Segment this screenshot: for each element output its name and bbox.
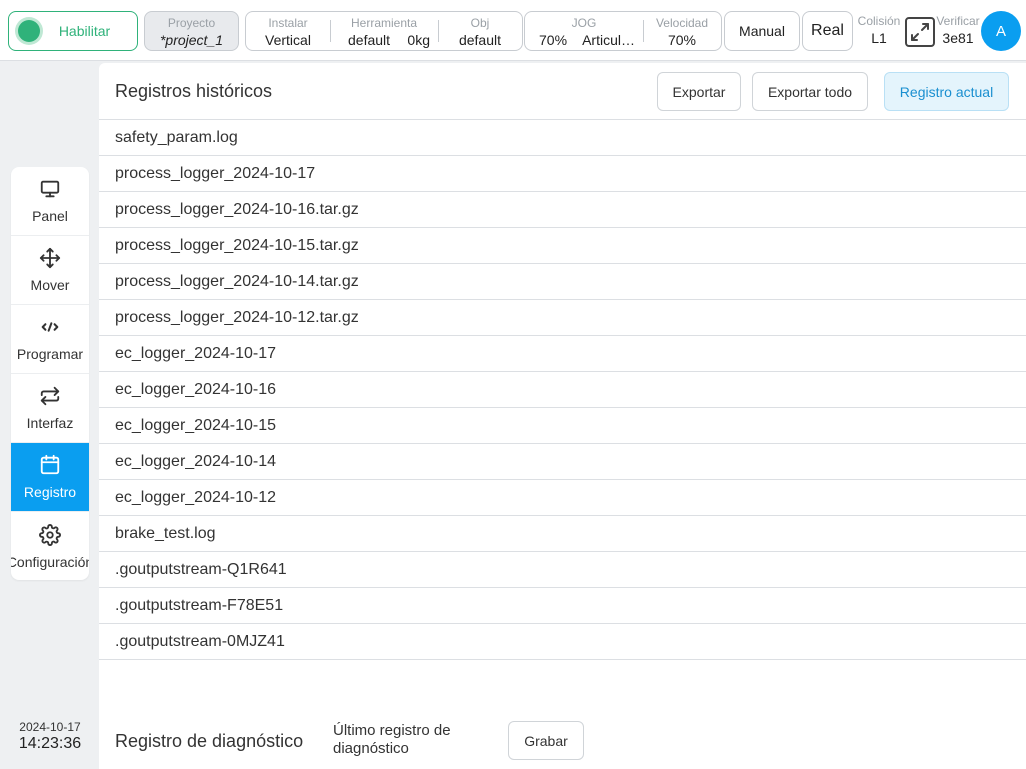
list-item[interactable]: process_logger_2024-10-14.tar.gz [99,264,1026,300]
enable-button[interactable]: Habilitar [8,11,138,51]
project-label: Proyecto [167,16,216,30]
list-item[interactable]: safety_param.log [99,120,1026,156]
list-item[interactable]: ec_logger_2024-10-12 [99,480,1026,516]
jog-selector[interactable]: JOG 70% Articul… [525,12,643,50]
calendar-icon [40,454,60,475]
project-value: *project_1 [159,32,224,48]
tool-label: Herramienta [350,16,418,30]
list-item[interactable]: process_logger_2024-10-16.tar.gz [99,192,1026,228]
sidebar-item-program[interactable]: Programar [11,305,89,374]
export-all-button[interactable]: Exportar todo [752,72,868,111]
list-item[interactable]: .goutputstream-F78E51 [99,588,1026,624]
sidebar-item-panel[interactable]: Panel [11,167,89,236]
page-title: Registros históricos [115,81,273,101]
main-panel: Registros históricos Exportar Exportar t… [99,63,1026,769]
install-selector[interactable]: Instalar Vertical [246,12,330,50]
sidebar-item-label: Mover [30,277,70,293]
verify-label: Verificar [936,14,980,28]
expand-icon[interactable] [904,16,936,48]
list-item[interactable]: brake_test.log [99,516,1026,552]
jog-mode: Articul… [582,32,635,48]
velocity-label: Velocidad [655,16,709,30]
jog-label: JOG [571,16,597,30]
sidebar-item-label: Registro [23,484,77,500]
obj-selector[interactable]: Obj default [438,12,522,50]
jog-speed: 70% [539,32,568,48]
top-bar: Habilitar Proyecto *project_1 Instalar V… [0,0,1026,61]
verify-value: 3e81 [942,30,974,46]
clock-time: 14:23:36 [18,735,82,752]
tool-selector[interactable]: Herramienta default 0kg [330,12,438,50]
enable-label: Habilitar [58,23,111,39]
sidebar-item-log[interactable]: Registro [11,443,89,512]
list-item[interactable]: ec_logger_2024-10-16 [99,372,1026,408]
user-avatar[interactable]: A [981,11,1021,51]
swap-arrows-icon [40,386,60,406]
real-mode-button[interactable]: Real [802,11,853,51]
tool-name: default [348,32,391,48]
clock-date: 2024-10-17 [19,720,81,734]
move-arrows-icon [39,247,61,269]
tool-weight: 0kg [407,32,430,48]
list-item[interactable]: .goutputstream-Q1R641 [99,552,1026,588]
collision-label: Colisión [857,14,901,28]
list-item[interactable]: ec_logger_2024-10-17 [99,336,1026,372]
jog-velocity-panel: JOG 70% Articul… Velocidad 70% [524,11,722,51]
gear-icon [39,523,61,546]
log-file-list: safety_param.log process_logger_2024-10-… [99,120,1026,660]
sidebar-item-label: Programar [16,346,84,362]
install-label: Instalar [268,16,308,30]
list-item[interactable]: ec_logger_2024-10-15 [99,408,1026,444]
current-log-button[interactable]: Registro actual [884,72,1009,111]
sidebar-item-label: Configuración [11,553,89,570]
obj-value: default [458,32,502,48]
sidebar-item-label: Panel [32,208,68,224]
clock: 2024-10-17 14:23:36 [0,720,100,753]
enable-status-icon [18,20,40,42]
export-button[interactable]: Exportar [657,72,741,111]
install-tool-obj-panel: Instalar Vertical Herramienta default 0k… [245,11,523,51]
obj-label: Obj [470,16,490,30]
sidebar-item-label: Interfaz [26,415,74,431]
diagnostic-title: Registro de diagnóstico [115,731,304,751]
diagnostic-section: Registro de diagnóstico Último registro … [99,720,1026,769]
main-header: Registros históricos Exportar Exportar t… [99,63,1026,120]
sidebar-nav: Panel Mover Programar Interfaz Registro [11,167,89,580]
velocity-value: 70% [667,32,697,48]
install-value: Vertical [265,32,311,48]
code-icon [41,322,59,332]
collision-indicator[interactable]: Colisión L1 [856,14,902,46]
last-diagnostic-label: Último registro de diagnóstico [333,722,451,757]
list-item[interactable]: ec_logger_2024-10-14 [99,444,1026,480]
manual-mode-button[interactable]: Manual [724,11,800,51]
sidebar-item-move[interactable]: Mover [11,236,89,305]
sidebar-item-interface[interactable]: Interfaz [11,374,89,443]
list-item[interactable]: .goutputstream-0MJZ41 [99,624,1026,660]
monitor-icon [40,180,60,198]
collision-value: L1 [871,30,887,46]
record-button[interactable]: Grabar [508,721,584,760]
project-selector[interactable]: Proyecto *project_1 [144,11,239,51]
sidebar-item-settings[interactable]: Configuración [11,512,89,580]
list-item[interactable]: process_logger_2024-10-12.tar.gz [99,300,1026,336]
list-item[interactable]: process_logger_2024-10-15.tar.gz [99,228,1026,264]
velocity-selector[interactable]: Velocidad 70% [643,12,721,50]
list-item[interactable]: process_logger_2024-10-17 [99,156,1026,192]
verify-indicator[interactable]: Verificar 3e81 [936,14,980,46]
